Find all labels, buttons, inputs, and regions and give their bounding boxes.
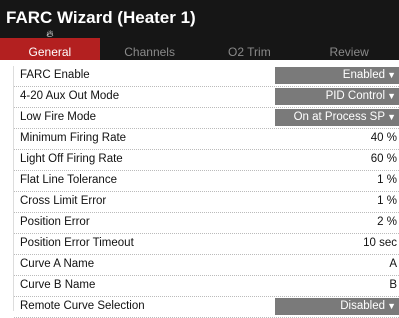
light-off-rate-value[interactable]: 60 %: [371, 153, 397, 165]
page-title: FARC Wizard (Heater 1): [6, 8, 196, 27]
setting-row-position-error[interactable]: Position Error 2 %: [14, 213, 399, 234]
setting-row-remote-curve-selection: Remote Curve Selection Disabled ▼: [14, 297, 399, 318]
caret-down-icon: ▼: [387, 112, 396, 122]
aux-out-mode-select[interactable]: PID Control ▼: [275, 88, 399, 105]
setting-label: Remote Curve Selection: [20, 300, 145, 312]
tab-label: O2 Trim: [228, 45, 271, 59]
min-firing-rate-value[interactable]: 40 %: [371, 132, 397, 144]
tab-label: General: [28, 45, 72, 59]
tab-bar: 🔥︎ General Channels O2 Trim Review: [0, 30, 399, 60]
setting-label: Cross Limit Error: [20, 195, 107, 207]
flat-line-tolerance-value[interactable]: 1 %: [377, 174, 397, 186]
setting-row-farc-enable: FARC Enable Enabled ▼: [14, 66, 399, 87]
setting-label: 4-20 Aux Out Mode: [20, 90, 120, 102]
setting-label: Low Fire Mode: [20, 111, 97, 123]
curve-b-name-value[interactable]: B: [389, 279, 397, 291]
tab-channels[interactable]: Channels: [100, 38, 200, 60]
setting-row-aux-out-mode: 4-20 Aux Out Mode PID Control ▼: [14, 87, 399, 108]
setting-row-position-error-timeout[interactable]: Position Error Timeout 10 sec: [14, 234, 399, 255]
setting-label: Flat Line Tolerance: [20, 174, 117, 186]
setting-label: Minimum Firing Rate: [20, 132, 127, 144]
setting-row-curve-b-name[interactable]: Curve B Name B: [14, 276, 399, 297]
setting-row-cross-limit-error[interactable]: Cross Limit Error 1 %: [14, 192, 399, 213]
remote-curve-selection-select[interactable]: Disabled ▼: [275, 298, 399, 315]
settings-list: FARC Enable Enabled ▼ 4-20 Aux Out Mode …: [14, 66, 399, 318]
setting-label: Curve B Name: [20, 279, 96, 291]
tab-general[interactable]: 🔥︎ General: [0, 30, 100, 60]
flame-icon: 🔥︎: [46, 29, 54, 40]
setting-row-min-firing-rate[interactable]: Minimum Firing Rate 40 %: [14, 129, 399, 150]
tab-review[interactable]: Review: [299, 38, 399, 60]
farc-enable-select[interactable]: Enabled ▼: [275, 67, 399, 84]
caret-down-icon: ▼: [387, 301, 396, 311]
tab-label: Channels: [124, 45, 175, 59]
cross-limit-error-value[interactable]: 1 %: [377, 195, 397, 207]
setting-label: FARC Enable: [20, 69, 90, 81]
tab-o2-trim[interactable]: O2 Trim: [200, 38, 300, 60]
setting-label: Position Error: [20, 216, 90, 228]
position-error-value[interactable]: 2 %: [377, 216, 397, 228]
caret-down-icon: ▼: [387, 91, 396, 101]
title-bar: FARC Wizard (Heater 1): [0, 0, 399, 38]
setting-row-low-fire-mode: Low Fire Mode On at Process SP ▼: [14, 108, 399, 129]
low-fire-mode-select[interactable]: On at Process SP ▼: [275, 109, 399, 126]
tab-label: Review: [329, 45, 369, 59]
caret-down-icon: ▼: [387, 70, 396, 80]
curve-a-name-value[interactable]: A: [389, 258, 397, 270]
select-value: On at Process SP: [293, 111, 385, 123]
setting-row-light-off-rate[interactable]: Light Off Firing Rate 60 %: [14, 150, 399, 171]
position-error-timeout-value[interactable]: 10 sec: [363, 237, 397, 249]
setting-label: Curve A Name: [20, 258, 95, 270]
setting-row-curve-a-name[interactable]: Curve A Name A: [14, 255, 399, 276]
setting-row-flat-line-tolerance[interactable]: Flat Line Tolerance 1 %: [14, 171, 399, 192]
setting-label: Position Error Timeout: [20, 237, 134, 249]
setting-label: Light Off Firing Rate: [20, 153, 123, 165]
